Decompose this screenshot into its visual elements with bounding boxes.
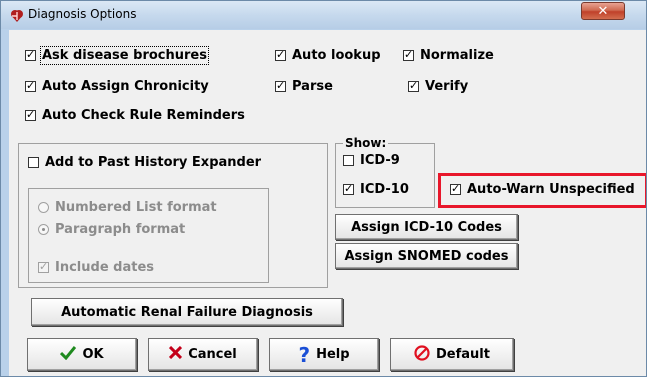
radio-selected-icon [38,224,49,235]
icd9-label: ICD-9 [360,153,400,168]
auto-check-rule-reminders-checkbox[interactable]: Auto Check Rule Reminders [25,108,245,123]
checkbox-unchecked-icon [343,155,354,166]
show-group-title: Show: [343,136,389,150]
title-bar[interactable]: Diagnosis Options ✕ [1,1,646,29]
radio-unselected-icon [38,202,49,213]
help-label: Help [316,347,350,362]
app-icon [10,8,24,27]
checkbox-checked-icon [403,48,414,61]
paragraph-format-label: Paragraph format [55,222,186,237]
ask-disease-brochures-checkbox[interactable]: Ask disease brochures [25,46,209,65]
close-button[interactable]: ✕ [581,2,625,20]
checkbox-checked-icon [450,182,461,195]
auto-check-rule-reminders-label: Auto Check Rule Reminders [42,108,245,123]
automatic-renal-failure-button[interactable]: Automatic Renal Failure Diagnosis [31,298,343,326]
auto-assign-chronicity-label: Auto Assign Chronicity [42,79,209,94]
parse-checkbox[interactable]: Parse [275,79,333,94]
checkbox-checked-icon [275,79,286,92]
add-to-past-history-checkbox[interactable]: Add to Past History Expander [28,155,261,170]
parse-label: Parse [292,79,333,94]
verify-label: Verify [425,79,469,94]
checkmark-icon [60,345,77,364]
normalize-label: Normalize [420,48,494,63]
icd10-label: ICD-10 [360,182,409,197]
ask-disease-brochures-label: Ask disease brochures [40,46,209,65]
checkbox-checked-icon [25,79,36,92]
ok-label: OK [82,347,104,362]
numbered-list-label: Numbered List format [55,200,217,215]
checkbox-checked-icon [25,108,36,121]
checkbox-checked-icon [25,48,36,61]
auto-warn-unspecified-checkbox[interactable]: Auto-Warn Unspecified [450,182,635,197]
icd9-checkbox[interactable]: ICD-9 [343,153,400,168]
normalize-checkbox[interactable]: Normalize [403,48,494,63]
x-mark-icon [169,345,183,363]
close-icon: ✕ [597,4,609,19]
help-button[interactable]: ? Help [269,338,379,371]
assign-snomed-button[interactable]: Assign SNOMED codes [335,243,518,269]
cancel-label: Cancel [188,347,237,362]
auto-assign-chronicity-checkbox[interactable]: Auto Assign Chronicity [25,79,209,94]
checkbox-checked-icon [408,79,419,92]
window-title: Diagnosis Options [28,7,137,21]
add-to-past-history-label: Add to Past History Expander [45,155,262,170]
checkbox-checked-icon [275,48,286,61]
default-button[interactable]: Default [390,338,514,371]
verify-checkbox[interactable]: Verify [408,79,468,94]
assign-icd10-label: Assign ICD-10 Codes [351,219,502,235]
numbered-list-radio[interactable]: Numbered List format [38,200,217,215]
checkbox-checked-icon [38,260,49,273]
dialog-window: Diagnosis Options ✕ Ask disease brochure… [0,0,647,377]
checkbox-unchecked-icon [28,157,39,168]
auto-lookup-checkbox[interactable]: Auto lookup [275,48,381,63]
ok-button[interactable]: OK [27,338,137,371]
assign-snomed-label: Assign SNOMED codes [344,248,509,264]
paragraph-format-radio[interactable]: Paragraph format [38,222,185,237]
include-dates-checkbox[interactable]: Include dates [38,260,154,275]
auto-lookup-label: Auto lookup [292,48,381,63]
auto-warn-unspecified-label: Auto-Warn Unspecified [467,182,635,197]
question-mark-icon: ? [298,342,311,367]
prohibited-icon [414,344,430,365]
include-dates-label: Include dates [55,260,155,275]
checkbox-checked-icon [343,182,354,195]
cancel-button[interactable]: Cancel [148,338,258,371]
default-label: Default [436,347,490,362]
icd10-checkbox[interactable]: ICD-10 [343,182,409,197]
automatic-renal-failure-label: Automatic Renal Failure Diagnosis [61,304,313,320]
assign-icd10-button[interactable]: Assign ICD-10 Codes [335,214,518,240]
